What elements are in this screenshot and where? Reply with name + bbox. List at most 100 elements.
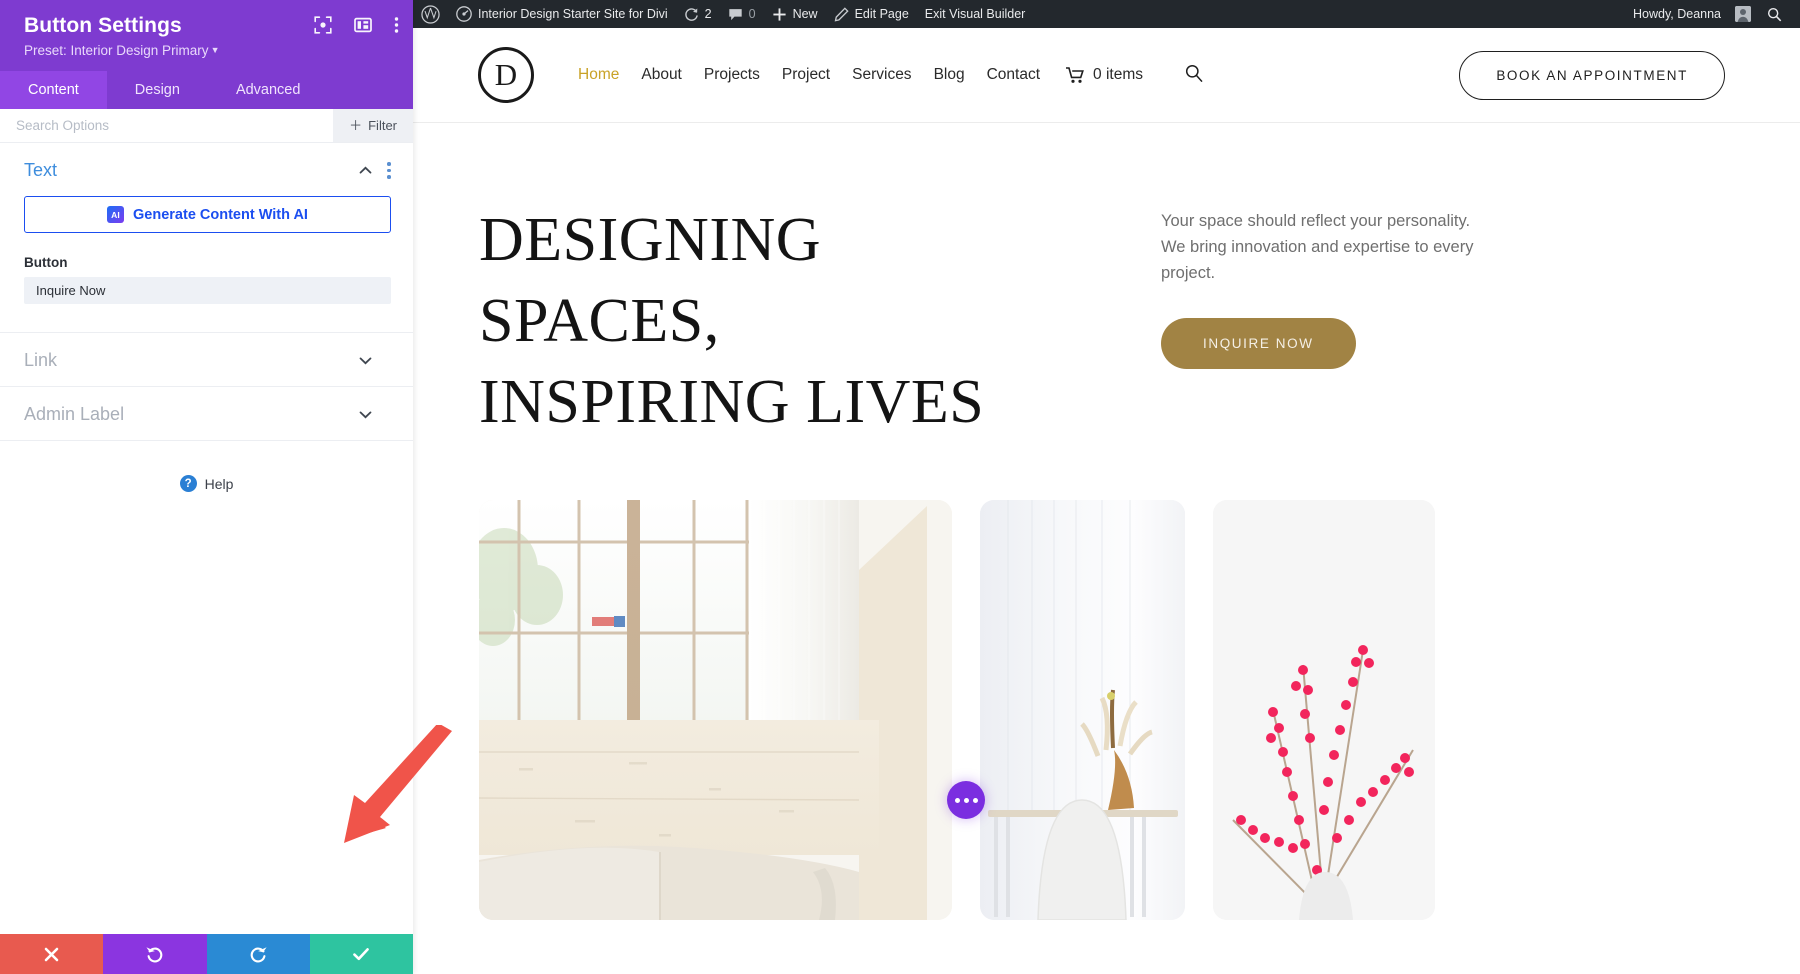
help-label: Help — [205, 476, 234, 492]
help-question-icon: ? — [180, 475, 197, 492]
layout-panel-icon[interactable] — [354, 16, 372, 34]
dot-2 — [964, 798, 969, 803]
filter-label: Filter — [368, 118, 397, 133]
module-actions-fab[interactable] — [947, 781, 985, 819]
dot-3 — [973, 798, 978, 803]
new-content-menu[interactable]: New — [764, 0, 826, 28]
chevron-down-icon-link[interactable] — [358, 353, 373, 368]
save-changes-button[interactable] — [310, 934, 413, 974]
focus-target-icon[interactable] — [314, 16, 332, 34]
panel-action-bar — [0, 934, 413, 974]
generate-content-with-ai-button[interactable]: AI Generate Content With AI — [24, 196, 391, 233]
edit-page-menu[interactable]: Edit Page — [826, 0, 917, 28]
updates-count: 2 — [705, 7, 712, 21]
search-input[interactable] — [0, 109, 333, 142]
new-label: New — [793, 7, 818, 21]
pencil-icon — [834, 7, 849, 22]
dashboard-icon — [456, 6, 472, 22]
chevron-up-icon[interactable] — [358, 163, 373, 178]
site-search-icon[interactable] — [1185, 64, 1203, 87]
section-title-text: Text — [24, 160, 358, 181]
book-appointment-button[interactable]: BOOK AN APPOINTMENT — [1459, 51, 1725, 100]
dot-1 — [955, 798, 960, 803]
ai-badge-icon: AI — [107, 206, 124, 223]
chevron-down-icon: ▼ — [211, 45, 220, 55]
tab-content[interactable]: Content — [0, 71, 107, 109]
button-field-label: Button — [24, 255, 413, 270]
button-text-input[interactable] — [24, 277, 391, 304]
exit-visual-builder-menu[interactable]: Exit Visual Builder — [917, 0, 1034, 28]
section-header-admin-label[interactable]: Admin Label — [0, 387, 413, 440]
wordpress-admin-bar: Interior Design Starter Site for Divi 2 … — [413, 0, 1800, 28]
plus-icon: ＋ — [349, 119, 362, 132]
avatar — [1735, 6, 1751, 22]
site-header: D Home About Projects Project Services B… — [413, 28, 1800, 123]
section-title-link: Link — [24, 350, 358, 371]
gallery-image-loft-window[interactable] — [479, 500, 952, 920]
hero-title-line-1: DESIGNING — [479, 200, 1099, 281]
check-icon — [351, 944, 371, 964]
help-link[interactable]: ? Help — [0, 475, 413, 492]
search-options-row: ＋ Filter — [0, 109, 413, 143]
cart-link[interactable]: 0 items — [1066, 66, 1143, 84]
hero-title-line-3: INSPIRING LIVES — [479, 362, 1099, 443]
chevron-down-icon-admin[interactable] — [358, 407, 373, 422]
undo-icon — [145, 945, 164, 964]
edit-page-label: Edit Page — [855, 7, 909, 21]
nav-item-contact[interactable]: Contact — [987, 66, 1040, 84]
panel-header-icon-group — [314, 16, 399, 34]
panel-tab-bar: Content Design Advanced — [0, 71, 413, 109]
redo-icon — [249, 945, 268, 964]
inquire-now-button[interactable]: INQUIRE NOW — [1161, 318, 1356, 369]
tab-design[interactable]: Design — [107, 71, 208, 109]
hero-section: DESIGNING SPACES, INSPIRING LIVES Your s… — [413, 123, 1800, 443]
comment-bubble-icon — [728, 7, 743, 22]
wordpress-logo-menu[interactable] — [413, 0, 448, 28]
panel-preset-selector[interactable]: Preset: Interior Design Primary▼ — [24, 42, 395, 59]
discard-changes-button[interactable] — [0, 934, 103, 974]
kebab-menu-icon[interactable] — [394, 16, 399, 34]
close-icon — [43, 946, 60, 963]
hero-heading-block: DESIGNING SPACES, INSPIRING LIVES — [479, 200, 1099, 443]
nav-item-home[interactable]: Home — [578, 66, 619, 84]
button-settings-panel: Button Settings Preset: Interior Design … — [0, 0, 413, 974]
wordpress-icon — [421, 5, 440, 24]
filter-button[interactable]: ＋ Filter — [333, 109, 413, 142]
howdy-menu[interactable]: Howdy, Deanna — [1625, 0, 1759, 28]
admin-bar-right-group: Howdy, Deanna — [1625, 0, 1800, 28]
redo-button[interactable] — [207, 934, 310, 974]
plus-icon — [772, 7, 787, 22]
nav-item-project[interactable]: Project — [782, 66, 830, 84]
nav-item-blog[interactable]: Blog — [934, 66, 965, 84]
comments-menu[interactable]: 0 — [720, 0, 764, 28]
section-header-text[interactable]: Text — [0, 143, 413, 196]
hero-gallery — [413, 443, 1800, 920]
gallery-image-red-berries[interactable] — [1213, 500, 1435, 920]
nav-item-projects[interactable]: Projects — [704, 66, 760, 84]
admin-search-button[interactable] — [1759, 0, 1790, 28]
cart-icon — [1066, 67, 1085, 84]
updates-refresh-icon — [684, 7, 699, 22]
hero-paragraph: Your space should reflect your personali… — [1161, 208, 1491, 286]
gallery-image-chair-vase[interactable] — [980, 500, 1185, 920]
tab-advanced[interactable]: Advanced — [208, 71, 329, 109]
site-logo[interactable]: D — [478, 47, 534, 103]
panel-body: Text AI Generate Content With AI Button — [0, 143, 413, 934]
site-name-menu[interactable]: Interior Design Starter Site for Divi — [448, 0, 676, 28]
section-header-link[interactable]: Link — [0, 333, 413, 386]
search-icon — [1767, 7, 1782, 22]
section-options-kebab-icon[interactable] — [387, 162, 391, 179]
undo-button[interactable] — [103, 934, 206, 974]
comments-count: 0 — [749, 7, 756, 21]
section-title-admin-label: Admin Label — [24, 404, 358, 425]
panel-header: Button Settings Preset: Interior Design … — [0, 0, 413, 71]
nav-item-about[interactable]: About — [641, 66, 682, 84]
panel-preset-label: Preset: Interior Design Primary — [24, 43, 209, 58]
howdy-label: Howdy, Deanna — [1633, 7, 1721, 21]
divider-3 — [0, 440, 413, 441]
cart-count-label: 0 items — [1093, 66, 1143, 84]
nav-item-services[interactable]: Services — [852, 66, 911, 84]
updates-menu[interactable]: 2 — [676, 0, 720, 28]
site-preview-frame: D Home About Projects Project Services B… — [413, 28, 1800, 974]
divi-visual-builder-screen: D Home About Projects Project Services B… — [0, 0, 1800, 974]
